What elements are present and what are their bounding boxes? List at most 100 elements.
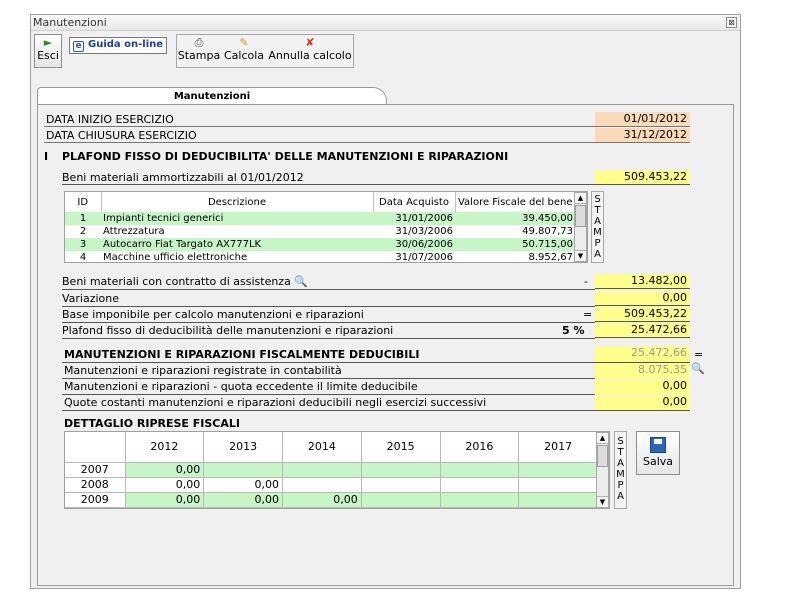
salva-button[interactable]: Salva [636, 431, 680, 475]
riprese-cell[interactable] [518, 461, 598, 478]
riprese-cell[interactable] [360, 476, 441, 493]
assistenza-label: Beni materiali con contratto di assisten… [62, 275, 308, 288]
stampa-letter: P [617, 480, 624, 491]
riprese-cell[interactable]: 0,00 [282, 491, 362, 508]
table-row[interactable]: 1 Impianti tecnici generici 31/01/2006 3… [65, 212, 575, 225]
riprese-cell[interactable] [282, 476, 362, 493]
table-row[interactable]: 2009 0,00 0,00 0,00 [65, 491, 598, 508]
cell-id: 2 [79, 226, 87, 237]
cell-descrizione: Autocarro Fiat Targato AX777LK [101, 238, 373, 251]
stampa-letter: A [594, 216, 601, 227]
divider [62, 306, 595, 307]
cell-data: 31/07/2006 [395, 252, 453, 263]
base-value: 509.453,22 [595, 307, 690, 322]
beni-scrollbar[interactable]: ▲ ▼ [574, 192, 587, 262]
stampa-button[interactable]: ⎙ Stampa [177, 35, 221, 67]
divider [62, 322, 595, 323]
plafond-label: Plafond fisso di deducibilità delle manu… [62, 324, 394, 337]
data-chiusura-label: DATA CHIUSURA ESERCIZIO [46, 129, 197, 142]
riprese-cell[interactable]: 0,00 [124, 491, 205, 508]
main-panel: DATA INIZIO ESERCIZIO 01/01/2012 DATA CH… [37, 104, 734, 586]
cell-valore: 49.807,73 [522, 226, 573, 237]
plafond-percent: 5 % [562, 324, 585, 337]
col-id[interactable]: ID [65, 192, 101, 212]
stampa-letter: T [594, 205, 601, 216]
annulla-calcolo-button[interactable]: ✘ Annulla calcolo [267, 35, 353, 67]
tab-manutenzioni[interactable]: Manutenzioni [37, 87, 387, 105]
scroll-down-icon[interactable]: ▼ [575, 250, 586, 261]
section1-title: PLAFOND FISSO DI DEDUCIBILITA' DELLE MAN… [62, 150, 509, 163]
table-row[interactable]: 3 Autocarro Fiat Targato AX777LK 30/06/2… [65, 238, 575, 251]
cancel-icon: ✘ [305, 36, 315, 49]
riprese-cell[interactable]: 0,00 [124, 476, 205, 493]
riprese-cell[interactable] [282, 461, 362, 478]
base-label: Base imponibile per calcolo manutenzioni… [62, 308, 364, 321]
riprese-cell[interactable]: 0,00 [203, 491, 283, 508]
data-chiusura-field[interactable]: 31/12/2012 [595, 128, 690, 142]
col-corner [65, 432, 126, 463]
riprese-cell[interactable] [203, 461, 283, 478]
stampa-letter: A [617, 458, 624, 469]
riprese-cell[interactable] [439, 491, 520, 508]
scroll-thumb[interactable] [597, 445, 608, 467]
col-valore-fiscale[interactable]: Valore Fiscale del bene [454, 192, 575, 212]
row-year: 2008 [65, 476, 126, 493]
scroll-down-icon[interactable]: ▼ [597, 496, 608, 507]
quote-label: Quote costanti manutenzioni e riparazion… [64, 396, 487, 409]
riprese-cell[interactable] [360, 491, 441, 508]
divider [62, 289, 595, 290]
beni-label: Beni materiali ammortizzabili al 01/01/2… [62, 171, 304, 184]
col-year[interactable]: 2015 [360, 432, 441, 463]
row-year: 2009 [65, 491, 126, 508]
printer-icon: ⎙ [194, 36, 204, 49]
scroll-thumb[interactable] [575, 205, 586, 227]
col-year[interactable]: 2016 [439, 432, 520, 463]
row-year: 2007 [65, 461, 126, 478]
exit-icon: ► [43, 36, 53, 49]
col-data-acquisto[interactable]: Data Acquisto [372, 192, 455, 212]
stampa-riprese-button[interactable]: S T A M P A [614, 431, 627, 509]
guida-label: Guida on-line [88, 39, 164, 50]
manutenzioni-window: Manutenzioni ⊠ ► Esci e Guida on-line ⎙ S… [30, 14, 741, 589]
riprese-scrollbar[interactable]: ▲ ▼ [596, 432, 609, 508]
riprese-cell[interactable] [439, 461, 520, 478]
col-year[interactable]: 2017 [518, 432, 598, 463]
variazione-label: Variazione [62, 292, 120, 305]
magnifier-icon[interactable]: 🔍 [691, 362, 705, 375]
guida-online-button[interactable]: e Guida on-line [69, 37, 168, 54]
title-bar: Manutenzioni ⊠ [31, 15, 740, 31]
table-row[interactable]: 4 Macchine ufficio elettroniche 31/07/20… [65, 251, 575, 263]
stampa-letter: P [594, 238, 601, 249]
salva-label: Salva [642, 455, 674, 468]
section2-operator: = [694, 348, 704, 361]
calcola-button[interactable]: ✎ Calcola [222, 35, 266, 67]
riprese-cell[interactable] [518, 491, 598, 508]
cell-descrizione: Attrezzatura [103, 226, 165, 237]
col-descrizione[interactable]: Descrizione [100, 192, 373, 212]
registrate-value: 8.075,35 [595, 363, 690, 378]
table-row[interactable]: 2007 0,00 [65, 461, 598, 478]
riprese-cell[interactable]: 0,00 [203, 476, 283, 493]
table-row[interactable]: 2008 0,00 0,00 [65, 476, 598, 493]
riprese-cell[interactable] [518, 476, 598, 493]
stampa-letter: M [593, 227, 602, 238]
registrate-label: Manutenzioni e riparazioni registrate in… [64, 364, 342, 377]
data-inizio-field[interactable]: 01/01/2012 [595, 112, 690, 126]
table-row[interactable]: 2 Attrezzatura 31/03/2006 49.807,73 [65, 225, 575, 238]
riprese-cell[interactable] [360, 461, 441, 478]
scroll-up-icon[interactable]: ▲ [575, 193, 586, 204]
stampa-letter: T [617, 447, 624, 458]
col-year[interactable]: 2012 [124, 432, 205, 463]
col-year[interactable]: 2013 [203, 432, 283, 463]
divider [44, 126, 690, 127]
variazione-field[interactable]: 0,00 [595, 291, 690, 306]
riprese-cell[interactable]: 0,00 [124, 461, 205, 478]
esci-button[interactable]: ► Esci [34, 34, 62, 68]
magnifier-icon[interactable]: 🔍 [294, 275, 308, 288]
riprese-cell[interactable] [439, 476, 520, 493]
cell-descrizione: Impianti tecnici generici [101, 212, 373, 225]
scroll-up-icon[interactable]: ▲ [597, 433, 608, 444]
close-icon[interactable]: ⊠ [726, 17, 737, 28]
stampa-beni-button[interactable]: S T A M P A [591, 191, 604, 263]
col-year[interactable]: 2014 [282, 432, 362, 463]
